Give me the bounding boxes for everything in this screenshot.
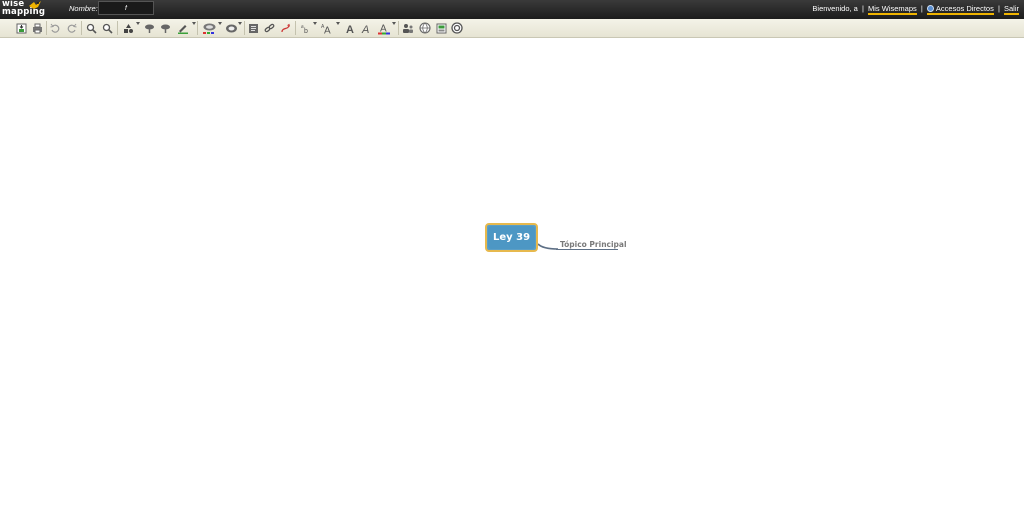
publish-icon[interactable] <box>418 21 432 35</box>
user-menu: Bienvenido, a | Mis Wisemaps | Accesos D… <box>812 4 1019 15</box>
zoom-in-icon[interactable] <box>84 21 98 35</box>
svg-text:A: A <box>361 24 369 34</box>
delete-topic-icon[interactable] <box>158 21 172 35</box>
toolbar-separator <box>295 21 296 35</box>
export-icon[interactable] <box>14 21 28 35</box>
shortcuts-link[interactable]: Accesos Directos <box>926 4 994 15</box>
chevron-down-icon[interactable] <box>136 22 140 25</box>
chevron-down-icon[interactable] <box>392 22 396 25</box>
topic-shape-icon[interactable] <box>121 21 135 35</box>
mindmap-canvas[interactable] <box>0 38 1024 513</box>
map-name-label: Nombre: <box>69 4 98 13</box>
share-icon[interactable] <box>401 21 415 35</box>
font-italic-icon[interactable]: A <box>359 21 373 35</box>
background-color-icon[interactable] <box>201 21 217 35</box>
editor-toolbar: ab AA A A A <box>0 19 1024 38</box>
history-icon[interactable] <box>434 21 448 35</box>
chevron-down-icon[interactable] <box>192 22 196 25</box>
main-topic-underline <box>556 249 618 250</box>
wisemapping-logo[interactable]: wise mapping <box>2 0 45 19</box>
toolbar-separator <box>81 21 82 35</box>
print-icon[interactable] <box>30 21 44 35</box>
font-color-icon[interactable]: A <box>377 21 391 35</box>
toolbar-separator <box>398 21 399 35</box>
logo-bird-icon <box>29 1 41 9</box>
toolbar-separator <box>197 21 198 35</box>
logout-link[interactable]: Salir <box>1003 4 1019 15</box>
chevron-down-icon[interactable] <box>313 22 317 25</box>
redo-icon[interactable] <box>65 21 79 35</box>
separator: | <box>861 4 864 13</box>
welcome-text: Bienvenido, a <box>812 4 858 13</box>
my-wisemaps-link[interactable]: Mis Wisemaps <box>868 4 917 15</box>
svg-text:A: A <box>346 24 354 34</box>
font-bold-icon[interactable]: A <box>343 21 357 35</box>
relationship-icon[interactable] <box>278 21 292 35</box>
add-topic-icon[interactable] <box>142 21 156 35</box>
help-icon[interactable] <box>450 21 464 35</box>
font-size-icon[interactable]: AA <box>320 21 334 35</box>
separator: | <box>997 4 1000 13</box>
link-icon[interactable] <box>262 21 276 35</box>
central-topic[interactable]: Ley 39 <box>485 223 538 252</box>
font-type-icon[interactable]: ab <box>299 21 313 35</box>
icon-picker-icon[interactable] <box>224 21 239 35</box>
separator: | <box>920 4 923 13</box>
top-header-bar: wise mapping Nombre: Bienvenido, a | Mis… <box>0 0 1024 19</box>
toolbar-separator <box>244 21 245 35</box>
map-name-input[interactable] <box>98 1 154 15</box>
toolbar-separator <box>117 21 118 35</box>
central-topic-body: Ley 39 <box>488 226 535 249</box>
chevron-down-icon[interactable] <box>218 22 222 25</box>
zoom-out-icon[interactable] <box>100 21 114 35</box>
central-topic-label: Ley 39 <box>492 232 531 243</box>
note-icon[interactable] <box>246 21 260 35</box>
shortcuts-label: Accesos Directos <box>935 4 994 13</box>
chevron-down-icon[interactable] <box>238 22 242 25</box>
main-topic-label[interactable]: Tópico Principal <box>560 240 627 249</box>
chevron-down-icon[interactable] <box>336 22 340 25</box>
svg-text:A: A <box>324 26 331 35</box>
svg-text:b: b <box>304 28 308 34</box>
undo-icon[interactable] <box>48 21 62 35</box>
globe-icon <box>926 5 934 12</box>
toolbar-separator <box>46 21 47 35</box>
border-color-icon[interactable] <box>176 21 190 35</box>
